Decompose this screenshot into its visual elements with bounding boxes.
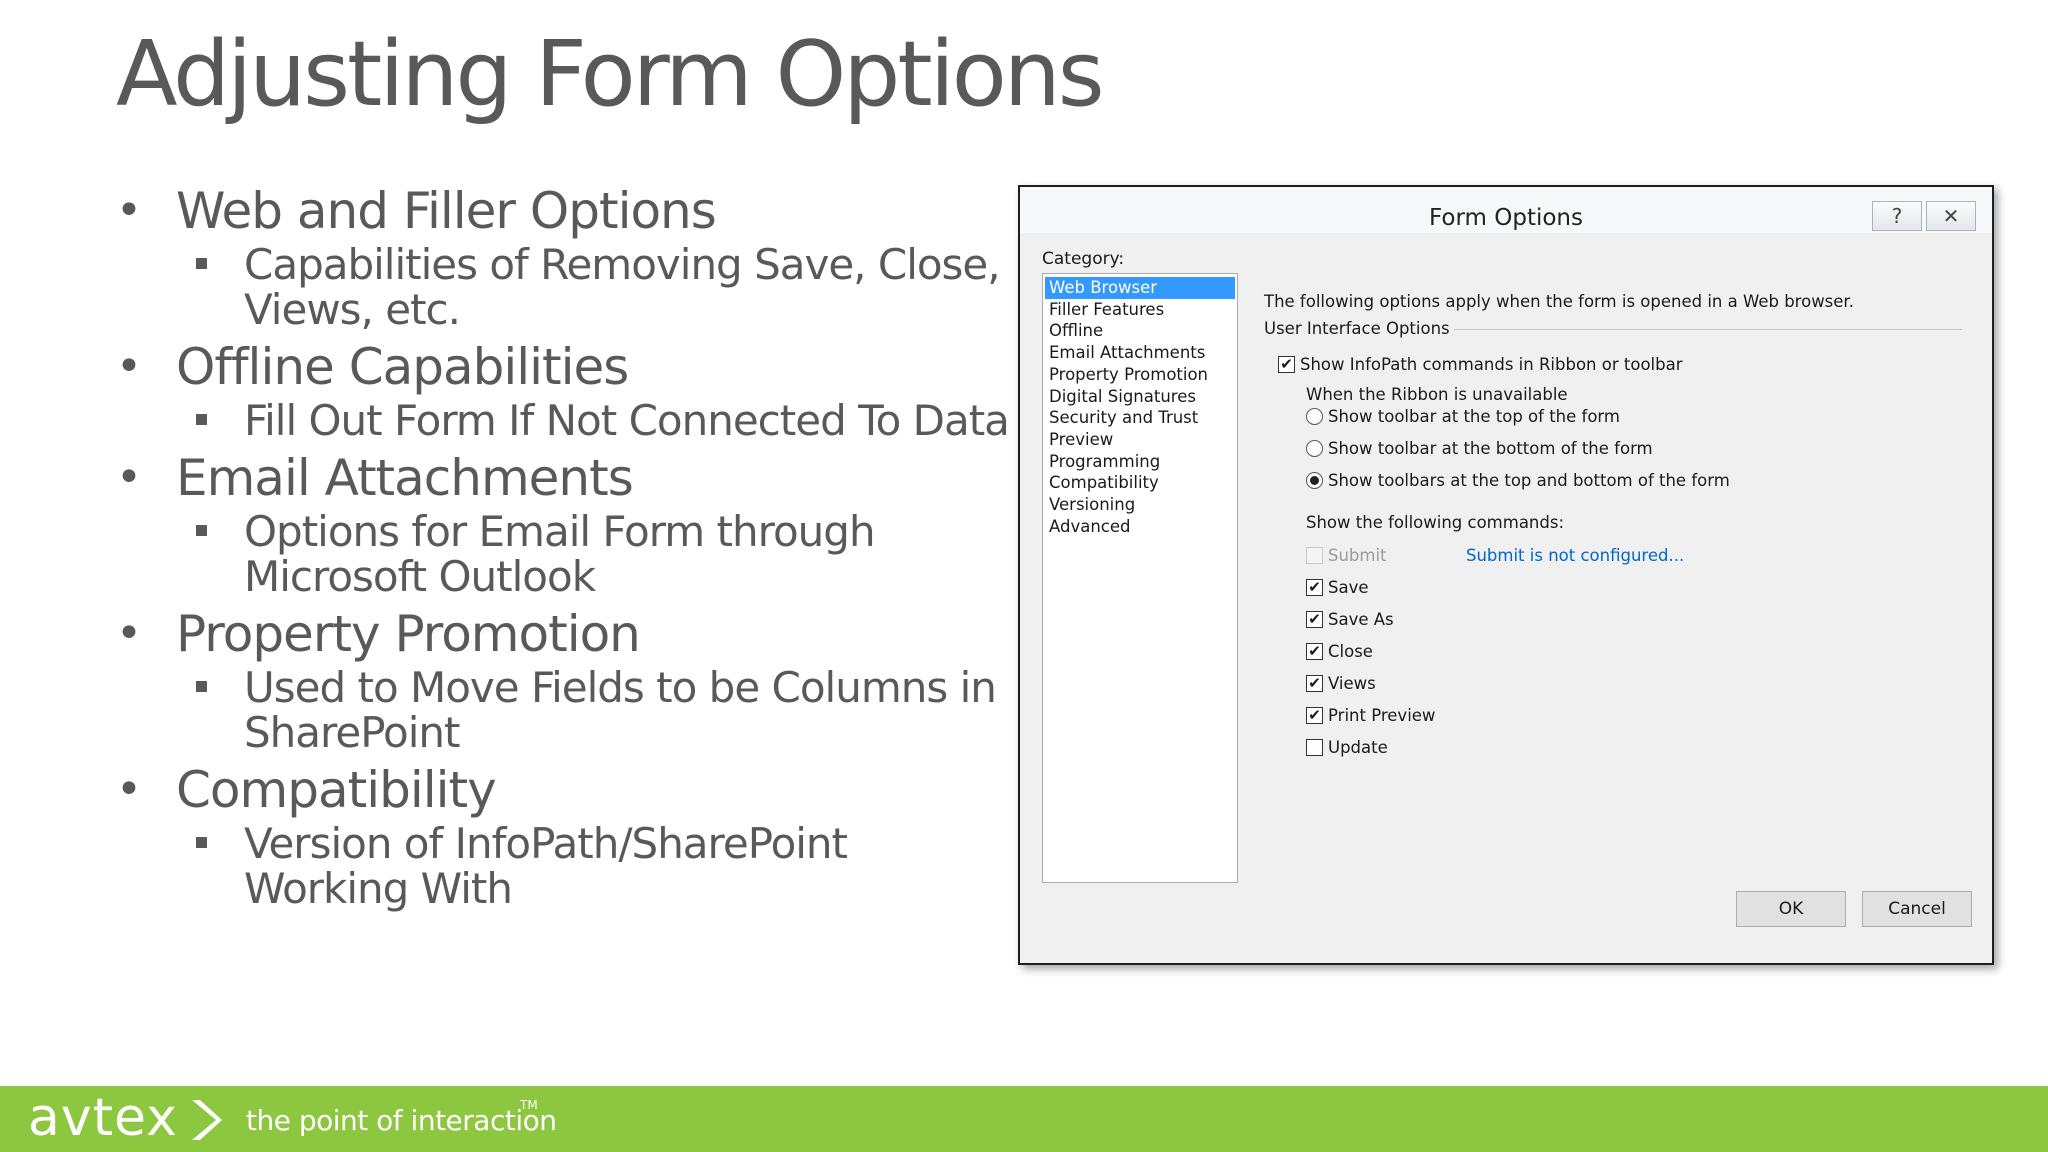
close-checkbox[interactable]: ✔ Close: [1306, 642, 1373, 661]
sub-bullet-email-attachments: Options for Email Form through Microsoft…: [116, 509, 1016, 599]
radio-label: Show toolbar at the bottom of the form: [1328, 439, 1653, 458]
checked-checkbox-icon[interactable]: ✔: [1306, 643, 1323, 660]
square-bullet-icon: [196, 525, 207, 536]
close-icon: ✕: [1942, 204, 1960, 228]
ribbon-unavailable-label: When the Ribbon is unavailable: [1306, 385, 1568, 404]
bullet-email-attachments: Email Attachments: [116, 449, 1016, 507]
radio-icon[interactable]: [1306, 408, 1323, 425]
radio-toolbar-top[interactable]: Show toolbar at the top of the form: [1306, 407, 1620, 426]
radio-toolbars-top-and-bottom[interactable]: Show toolbars at the top and bottom of t…: [1306, 471, 1730, 490]
checked-checkbox-icon[interactable]: ✔: [1306, 675, 1323, 692]
square-bullet-icon: [196, 837, 207, 848]
sub-bullet-text: Used to Move Fields to be Columns in Sha…: [244, 663, 997, 757]
category-list[interactable]: Web Browser Filler Features Offline Emai…: [1042, 273, 1238, 883]
update-checkbox[interactable]: Update: [1306, 738, 1388, 757]
category-item-email-attachments[interactable]: Email Attachments: [1045, 342, 1235, 364]
help-icon: ?: [1891, 204, 1903, 228]
category-item-digital-signatures[interactable]: Digital Signatures: [1045, 386, 1235, 408]
radio-label: Show toolbar at the top of the form: [1328, 407, 1620, 426]
unchecked-checkbox-icon[interactable]: [1306, 739, 1323, 756]
checkbox-label: Save As: [1328, 610, 1394, 629]
submit-checkbox: Submit: [1306, 546, 1387, 565]
bullet-property-promotion: Property Promotion: [116, 605, 1016, 663]
category-item-filler-features[interactable]: Filler Features: [1045, 299, 1235, 321]
radio-selected-icon[interactable]: [1306, 472, 1323, 489]
web-browser-panel: The following options apply when the for…: [1264, 233, 1986, 957]
print-preview-checkbox[interactable]: ✔ Print Preview: [1306, 706, 1435, 725]
radio-icon[interactable]: [1306, 440, 1323, 457]
sub-bullet-compatibility: Version of InfoPath/SharePoint Working W…: [116, 821, 1016, 911]
sub-bullet-text: Options for Email Form through Microsoft…: [244, 507, 876, 601]
form-options-dialog: Form Options ? ✕ Category: Web Browser F…: [1018, 185, 1994, 965]
checkbox-label: Update: [1328, 738, 1388, 757]
views-checkbox[interactable]: ✔ Views: [1306, 674, 1376, 693]
bullet-list: Web and Filler Options Capabilities of R…: [116, 182, 1016, 917]
ok-button[interactable]: OK: [1736, 891, 1846, 927]
radio-label: Show toolbars at the top and bottom of t…: [1328, 471, 1730, 490]
logo-chevron-icon: [192, 1100, 222, 1140]
category-item-offline[interactable]: Offline: [1045, 320, 1235, 342]
sub-bullet-text: Fill Out Form If Not Connected To Data: [244, 396, 1010, 445]
show-following-commands-label: Show the following commands:: [1306, 513, 1565, 532]
category-item-security-and-trust[interactable]: Security and Trust: [1045, 407, 1235, 429]
footer-tagline: the point of interaction: [246, 1104, 557, 1137]
category-item-versioning[interactable]: Versioning: [1045, 494, 1235, 516]
category-item-programming[interactable]: Programming: [1045, 451, 1235, 473]
radio-dot: [1310, 476, 1319, 485]
submit-not-configured-link[interactable]: Submit is not configured...: [1466, 546, 1684, 565]
sub-bullet-web-filler: Capabilities of Removing Save, Close, Vi…: [116, 242, 1016, 332]
disabled-checkbox-icon: [1306, 547, 1323, 564]
group-divider: [1453, 329, 1962, 330]
checkbox-label: Print Preview: [1328, 706, 1436, 725]
sub-bullet-text: Capabilities of Removing Save, Close, Vi…: [244, 240, 1001, 334]
checkbox-label: Views: [1328, 674, 1376, 693]
square-bullet-icon: [196, 681, 207, 692]
checkbox-label: Close: [1328, 642, 1373, 661]
dialog-title: Form Options: [1429, 205, 1583, 231]
dialog-body: Category: Web Browser Filler Features Of…: [1026, 233, 1986, 957]
footer-bar: avtex the point of interaction TM: [0, 1086, 2048, 1152]
category-item-property-promotion[interactable]: Property Promotion: [1045, 364, 1235, 386]
checked-checkbox-icon[interactable]: ✔: [1278, 356, 1295, 373]
category-item-compatibility[interactable]: Compatibility: [1045, 472, 1235, 494]
slide-title: Adjusting Form Options: [116, 22, 1105, 127]
avtex-logo: avtex: [28, 1088, 178, 1148]
checkbox-label: Show InfoPath commands in Ribbon or tool…: [1300, 355, 1683, 374]
checked-checkbox-icon[interactable]: ✔: [1306, 579, 1323, 596]
panel-intro-text: The following options apply when the for…: [1264, 292, 1854, 311]
user-interface-options-group: User Interface Options: [1264, 319, 1962, 338]
checked-checkbox-icon[interactable]: ✔: [1306, 611, 1323, 628]
radio-toolbar-bottom[interactable]: Show toolbar at the bottom of the form: [1306, 439, 1653, 458]
category-item-web-browser[interactable]: Web Browser: [1045, 277, 1235, 299]
help-button[interactable]: ?: [1872, 201, 1922, 231]
checked-checkbox-icon[interactable]: ✔: [1306, 707, 1323, 724]
group-label: User Interface Options: [1264, 319, 1450, 338]
square-bullet-icon: [196, 258, 207, 269]
square-bullet-icon: [196, 414, 207, 425]
sub-bullet-offline: Fill Out Form If Not Connected To Data: [116, 398, 1016, 443]
sub-bullet-property-promotion: Used to Move Fields to be Columns in Sha…: [116, 665, 1016, 755]
checkbox-label: Submit: [1328, 546, 1387, 565]
bullet-compatibility: Compatibility: [116, 761, 1016, 819]
close-button[interactable]: ✕: [1926, 201, 1976, 231]
bullet-web-filler: Web and Filler Options: [116, 182, 1016, 240]
show-infopath-commands-checkbox[interactable]: ✔ Show InfoPath commands in Ribbon or to…: [1278, 355, 1683, 374]
bullet-offline: Offline Capabilities: [116, 338, 1016, 396]
cancel-button[interactable]: Cancel: [1862, 891, 1972, 927]
save-as-checkbox[interactable]: ✔ Save As: [1306, 610, 1394, 629]
save-checkbox[interactable]: ✔ Save: [1306, 578, 1369, 597]
sub-bullet-text: Version of InfoPath/SharePoint Working W…: [244, 819, 848, 913]
trademark-mark: TM: [520, 1098, 538, 1112]
category-label: Category:: [1042, 249, 1125, 269]
checkbox-label: Save: [1328, 578, 1369, 597]
category-item-advanced[interactable]: Advanced: [1045, 516, 1235, 538]
dialog-titlebar[interactable]: Form Options ? ✕: [1020, 187, 1992, 233]
category-item-preview[interactable]: Preview: [1045, 429, 1235, 451]
